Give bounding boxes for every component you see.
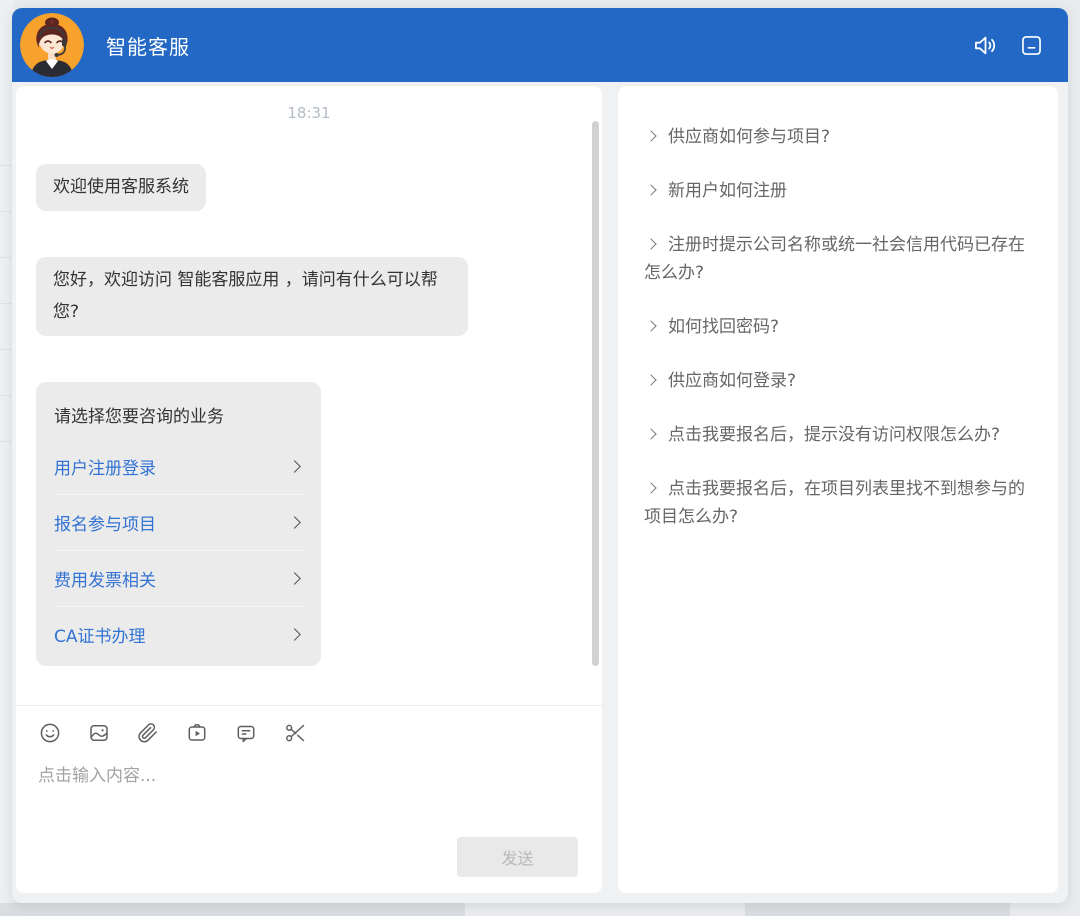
menu-item-fees-invoices[interactable]: 费用发票相关 xyxy=(54,550,303,606)
agent-message-row: 您好，欢迎访问 智能客服应用 ，请问有什么可以帮您? xyxy=(36,257,582,336)
agent-message-row: 欢迎使用客服系统 xyxy=(36,164,582,211)
chevron-right-icon xyxy=(645,185,656,196)
message-composer: 发送 xyxy=(16,707,602,893)
chevron-right-icon xyxy=(645,130,656,141)
faq-item[interactable]: 供应商如何登录? xyxy=(644,368,1032,395)
video-icon[interactable] xyxy=(185,721,209,745)
chevron-right-icon xyxy=(645,483,656,494)
send-button[interactable]: 发送 xyxy=(457,837,578,877)
menu-item-signup-project[interactable]: 报名参与项目 xyxy=(54,494,303,550)
composer-toolbar xyxy=(38,721,580,745)
chat-scrollbar[interactable] xyxy=(592,121,599,666)
service-menu-card: 请选择您要咨询的业务 用户注册登录 报名参与项目 费用发票相关 xyxy=(36,382,321,666)
message-timestamp: 18:31 xyxy=(36,86,582,122)
agent-message-bubble: 您好，欢迎访问 智能客服应用 ，请问有什么可以帮您? xyxy=(36,257,468,336)
chevron-right-icon xyxy=(645,239,656,250)
faq-item[interactable]: 注册时提示公司名称或统一社会信用代码已存在怎么办? xyxy=(644,232,1032,286)
service-menu-title: 请选择您要咨询的业务 xyxy=(54,398,303,439)
screenshot-icon[interactable] xyxy=(283,721,307,745)
image-icon[interactable] xyxy=(87,721,111,745)
widget-header: 智能客服 xyxy=(12,8,1068,82)
chevron-right-icon xyxy=(645,320,656,331)
quick-reply-icon[interactable] xyxy=(234,721,258,745)
faq-item[interactable]: 点击我要报名后，在项目列表里找不到想参与的项目怎么办? xyxy=(644,476,1032,530)
chevron-right-icon xyxy=(288,460,301,473)
agent-message-bubble: 欢迎使用客服系统 xyxy=(36,164,206,211)
faq-item[interactable]: 如何找回密码? xyxy=(644,314,1032,341)
message-list: 18:31 欢迎使用客服系统 您好，欢迎访问 智能客服应用 ，请问有什么可以帮您… xyxy=(16,86,602,706)
conversation-panel: 18:31 欢迎使用客服系统 您好，欢迎访问 智能客服应用 ，请问有什么可以帮您… xyxy=(16,86,602,893)
volume-icon[interactable] xyxy=(972,32,999,59)
faq-panel: 供应商如何参与项目? 新用户如何注册 注册时提示公司名称或统一社会信用代码已存在… xyxy=(618,86,1058,893)
attachment-icon[interactable] xyxy=(136,721,160,745)
message-input[interactable] xyxy=(38,761,580,827)
agent-message-row: 请选择您要咨询的业务 用户注册登录 报名参与项目 费用发票相关 xyxy=(36,382,582,666)
faq-item[interactable]: 点击我要报名后，提示没有访问权限怎么办? xyxy=(644,422,1032,449)
menu-item-ca-certificate[interactable]: CA证书办理 xyxy=(54,606,303,662)
minimize-window-icon[interactable] xyxy=(1019,33,1044,58)
faq-item[interactable]: 新用户如何注册 xyxy=(644,178,1032,205)
faq-item[interactable]: 供应商如何参与项目? xyxy=(644,124,1032,151)
chevron-right-icon xyxy=(288,572,301,585)
chevron-right-icon xyxy=(645,428,656,439)
agent-avatar xyxy=(20,13,84,77)
chevron-right-icon xyxy=(288,628,301,641)
chevron-right-icon xyxy=(288,516,301,529)
emoji-icon[interactable] xyxy=(38,721,62,745)
background-page-bottom-edge xyxy=(0,903,1080,916)
chevron-right-icon xyxy=(645,374,656,385)
chat-widget: 智能客服 18:31 欢迎使用客服系统 您好，欢迎访问 智能客服应用 ， xyxy=(12,8,1068,903)
widget-title: 智能客服 xyxy=(106,31,190,60)
menu-item-user-register-login[interactable]: 用户注册登录 xyxy=(54,439,303,494)
